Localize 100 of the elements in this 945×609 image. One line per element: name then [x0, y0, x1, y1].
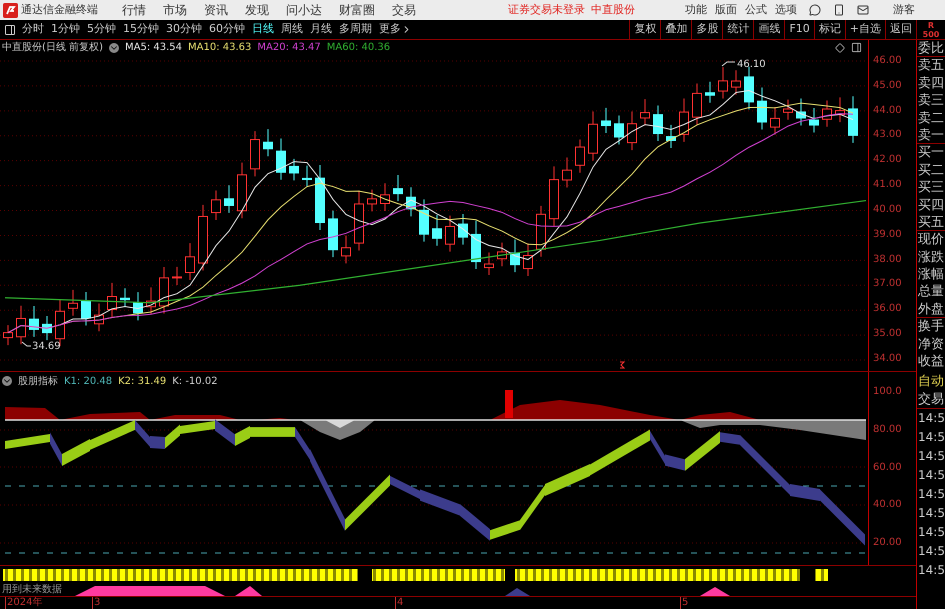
quote-label: 买二: [917, 162, 945, 180]
toolbar-button[interactable]: 统计: [722, 20, 754, 39]
user-name[interactable]: 游客: [893, 2, 915, 18]
candle: [796, 98, 806, 126]
menu-item[interactable]: 发现: [245, 1, 269, 19]
toolbar-button[interactable]: 标记: [814, 20, 845, 39]
chat-icon[interactable]: [809, 4, 821, 16]
menu-item[interactable]: 版面: [715, 2, 737, 18]
candle: [588, 110, 598, 162]
candle: [809, 107, 819, 133]
toolbar-button[interactable]: 叠加: [660, 20, 692, 39]
candle: [705, 81, 715, 104]
toolbar-button[interactable]: F10: [784, 20, 814, 39]
trade-time: 14:5: [917, 429, 945, 446]
price-axis-label: 41.00: [872, 178, 903, 192]
trade-label[interactable]: 交易: [917, 391, 945, 410]
toolbar-button[interactable]: 返回: [885, 20, 916, 39]
toolbar-button[interactable]: 画线: [753, 20, 784, 39]
high-price-label: 46.10: [737, 58, 766, 70]
warning-text: 用到未来数据: [2, 584, 62, 596]
candle: [315, 164, 325, 230]
price-axis-label: 43.00: [872, 128, 903, 142]
sidebar-toggle-icon[interactable]: [4, 24, 16, 36]
period-tab[interactable]: 30分钟: [166, 21, 202, 38]
candle: [42, 315, 52, 341]
menu-item[interactable]: 市场: [163, 1, 187, 19]
quote-label: 外盘: [917, 300, 945, 318]
candle: [614, 115, 624, 145]
toolbar-button[interactable]: +自选: [844, 20, 885, 39]
menu-item[interactable]: 选项: [775, 2, 797, 18]
trade-time: 14:5: [917, 543, 945, 560]
candle: [367, 189, 377, 212]
period-tab[interactable]: 多周期: [339, 21, 372, 38]
phone-icon[interactable]: [833, 4, 845, 16]
candle: [835, 96, 845, 123]
mail-icon[interactable]: [857, 4, 869, 16]
trade-time: 14:5: [917, 448, 945, 466]
candle: [120, 288, 130, 308]
candle: [16, 305, 26, 345]
indicator-axis-label: 40.00: [872, 498, 903, 512]
menu-item[interactable]: 功能: [685, 2, 707, 18]
candle: [328, 210, 338, 258]
candle: [419, 198, 429, 242]
candle: [211, 190, 221, 221]
indicator-axis-label: 20.00: [872, 536, 903, 550]
quote-label: 涨跌: [917, 248, 945, 266]
trade-time: 14:5: [917, 505, 945, 522]
menu-item[interactable]: 问小达: [286, 1, 322, 19]
candle: [380, 182, 390, 212]
menu-item[interactable]: 公式: [745, 2, 767, 18]
candle: [432, 214, 442, 246]
candle: [536, 205, 546, 258]
toolbar-button[interactable]: 复权: [629, 20, 660, 39]
quote-label: 卖二: [917, 110, 945, 127]
toolbar-button[interactable]: 多股: [691, 20, 722, 39]
price-axis-label: 38.00: [872, 252, 903, 267]
indicator-value: K: -10.02: [172, 374, 218, 388]
price-axis-label: 46.00: [872, 54, 903, 68]
candle: [107, 282, 117, 318]
period-tab[interactable]: 周线: [281, 21, 303, 38]
menu-item[interactable]: 交易: [392, 1, 416, 19]
more-menu[interactable]: 更多: [379, 21, 412, 38]
signal-bar: [505, 390, 513, 418]
candle: [289, 158, 299, 181]
period-tab[interactable]: 日线: [252, 21, 274, 38]
candle: [198, 204, 208, 271]
price-axis-label: 40.00: [872, 202, 903, 217]
quote-label: 收益: [917, 353, 945, 370]
menu-item[interactable]: 资讯: [204, 1, 228, 19]
price-axis-label: 39.00: [872, 228, 903, 242]
candle: [744, 66, 754, 110]
login-status[interactable]: 证券交易未登录: [508, 2, 585, 18]
candle: [497, 242, 507, 267]
chart-title: 中直股份(日线 前复权): [2, 40, 103, 56]
date-axis-label: 3: [92, 597, 100, 609]
quote-label: 卖一: [917, 126, 945, 144]
candle: [445, 215, 455, 252]
candle: [718, 66, 728, 99]
panel-icon[interactable]: [851, 42, 862, 54]
period-tab[interactable]: 1分钟: [51, 21, 80, 38]
candle: [68, 289, 78, 316]
period-tab[interactable]: 月线: [310, 21, 332, 38]
quote-label: 买一: [917, 144, 945, 162]
period-tab[interactable]: 15分钟: [123, 21, 159, 38]
period-tab[interactable]: 分时: [22, 21, 44, 38]
period-tab[interactable]: 5分钟: [87, 21, 116, 38]
period-tab[interactable]: 60分钟: [209, 21, 245, 38]
candle: [3, 324, 13, 346]
candle: [575, 138, 585, 174]
indicator-axis-label: 80.00: [872, 422, 903, 437]
diamond-icon[interactable]: [835, 42, 845, 53]
menu-item[interactable]: 行情: [122, 1, 146, 19]
auto-trade-label[interactable]: 自动: [917, 373, 945, 392]
candle: [549, 166, 559, 227]
dropdown-icon[interactable]: [2, 376, 12, 386]
stock-name: 中直股份: [591, 2, 635, 18]
menu-item[interactable]: 财富圈: [339, 1, 375, 19]
candle: [185, 242, 195, 280]
trade-time: 14:5: [917, 410, 945, 428]
dropdown-icon[interactable]: [108, 42, 119, 53]
